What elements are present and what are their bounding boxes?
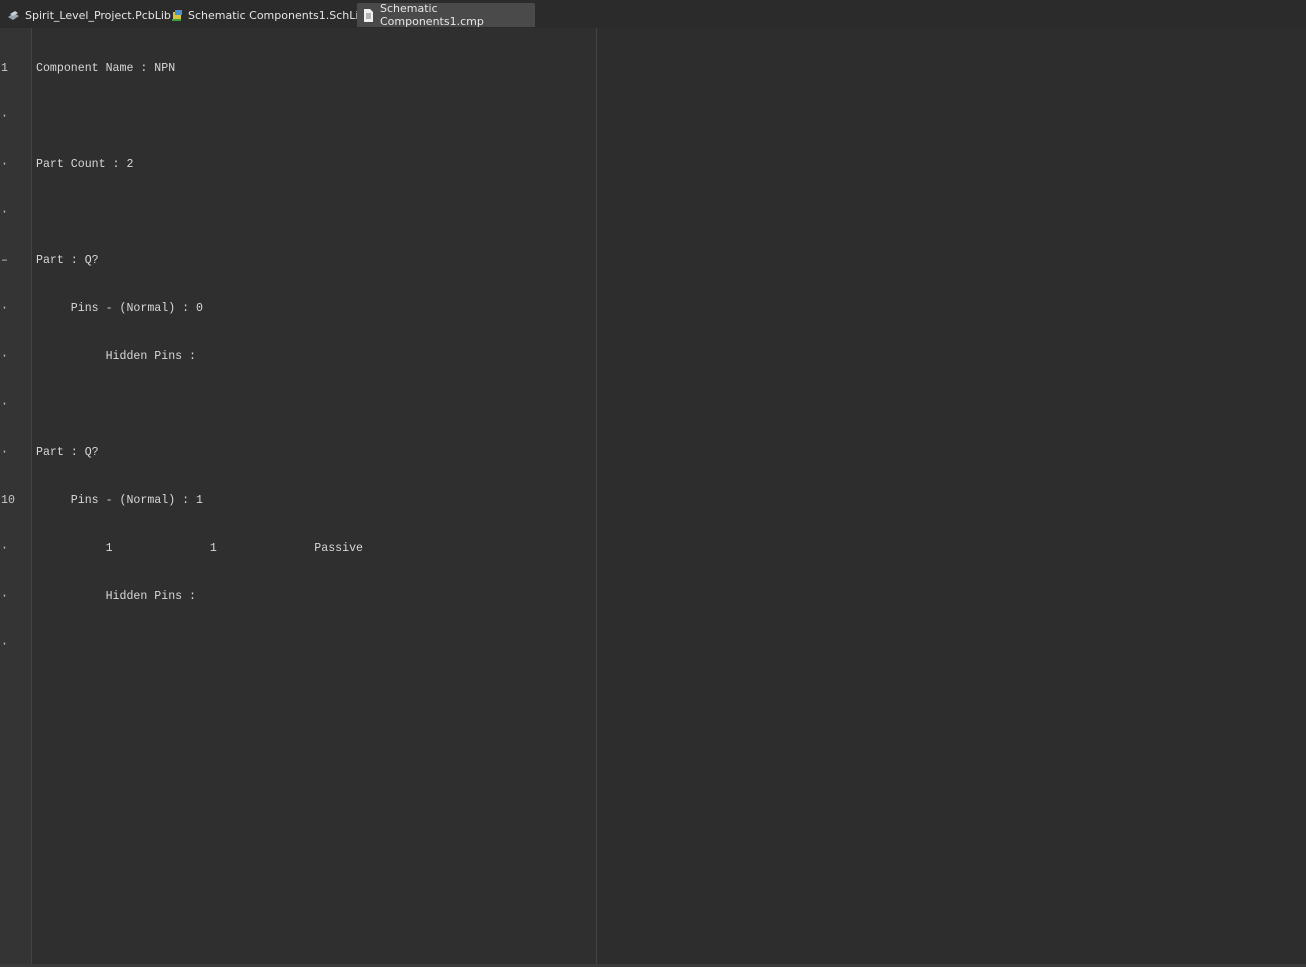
line-number: · <box>1 110 8 123</box>
tab-label: Schematic Components1.cmp <box>380 2 484 28</box>
line-number: · <box>1 638 8 651</box>
tab-pcblib[interactable]: Spirit_Level_Project.PcbLib <box>2 3 176 27</box>
editor-empty-area[interactable] <box>597 28 1306 965</box>
code-line: Component Name : NPN <box>36 62 176 75</box>
line-number: · <box>1 446 8 459</box>
line-number-gutter: 1 · · · – · · · · 10 · · · <box>0 28 32 965</box>
schematic-library-icon <box>170 9 183 22</box>
pcb-library-icon <box>7 9 20 22</box>
line-number: · <box>1 590 8 603</box>
line-number: · <box>1 542 8 555</box>
line-number: · <box>1 398 8 411</box>
code-line: Part : Q? <box>36 446 99 459</box>
code-line: Pins - (Normal) : 1 <box>36 494 203 507</box>
tab-schlib[interactable]: Schematic Components1.SchLib <box>165 3 370 27</box>
line-number: · <box>1 302 8 315</box>
document-tab-bar: Spirit_Level_Project.PcbLib Schematic Co… <box>0 0 1306 29</box>
code-line: Hidden Pins : <box>36 350 197 363</box>
line-number: · <box>1 350 8 363</box>
line-number: – <box>1 254 8 267</box>
document-icon <box>362 8 375 22</box>
code-line: Pins - (Normal) : 0 <box>36 302 203 315</box>
line-number: 1 <box>1 62 8 75</box>
tab-label: Schematic Components1.SchLib <box>188 8 366 22</box>
text-editor[interactable]: Component Name : NPN Part Count : 2 Part… <box>32 28 596 965</box>
line-number: 10 <box>1 494 15 507</box>
code-line: Part Count : 2 <box>36 158 134 171</box>
tab-label: Spirit_Level_Project.PcbLib <box>25 8 171 22</box>
line-number: · <box>1 158 8 171</box>
tab-cmp[interactable]: Schematic Components1.cmp <box>357 2 535 28</box>
code-line: Part : Q? <box>36 254 99 267</box>
line-number: · <box>1 206 8 219</box>
code-line: 1 1 Passive <box>36 542 363 555</box>
code-line: Hidden Pins : <box>36 590 197 603</box>
